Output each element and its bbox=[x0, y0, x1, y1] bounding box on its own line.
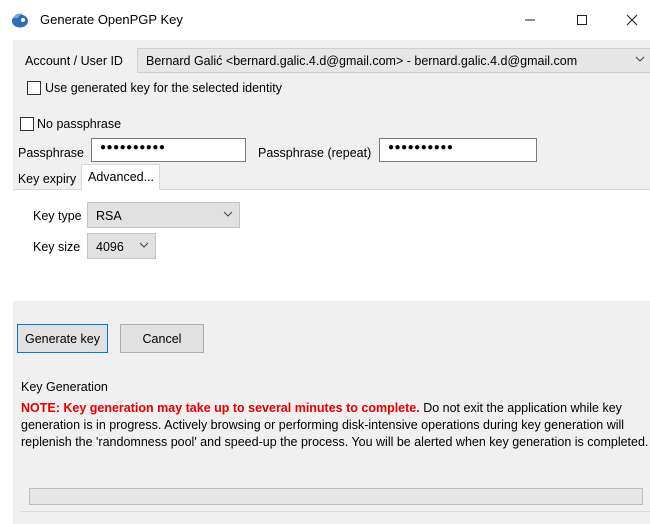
passphrase-input[interactable]: ●●●●●●●●●● bbox=[91, 138, 246, 162]
key-generation-note: NOTE: Key generation may take up to seve… bbox=[21, 400, 649, 451]
account-select[interactable]: Bernard Galić <bernard.galic.4.d@gmail.c… bbox=[137, 48, 650, 73]
no-passphrase-label: No passphrase bbox=[37, 117, 122, 131]
use-generated-key-checkbox[interactable] bbox=[27, 81, 41, 95]
key-type-label: Key type bbox=[33, 209, 82, 223]
tab-key-expiry[interactable]: Key expiry bbox=[13, 168, 81, 189]
passphrase-label: Passphrase bbox=[18, 146, 85, 160]
generate-key-button[interactable]: Generate key bbox=[17, 324, 108, 353]
close-button[interactable] bbox=[621, 9, 643, 31]
use-generated-key-label: Use generated key for the selected ident… bbox=[45, 81, 282, 95]
close-icon bbox=[626, 14, 638, 26]
account-label: Account / User ID bbox=[25, 54, 123, 68]
key-type-select[interactable]: RSA bbox=[87, 202, 240, 228]
thunderbird-app-icon bbox=[11, 12, 29, 28]
key-size-label: Key size bbox=[33, 240, 81, 254]
no-passphrase-checkbox[interactable] bbox=[20, 117, 34, 131]
maximize-icon bbox=[577, 15, 587, 25]
passphrase-repeat-label: Passphrase (repeat) bbox=[258, 146, 372, 160]
chevron-down-icon bbox=[222, 208, 234, 220]
key-generation-warning: NOTE: Key generation may take up to seve… bbox=[21, 401, 420, 415]
minimize-icon bbox=[525, 19, 535, 21]
minimize-button[interactable] bbox=[519, 9, 541, 31]
window-title: Generate OpenPGP Key bbox=[40, 12, 183, 27]
divider bbox=[21, 511, 650, 512]
key-generation-title: Key Generation bbox=[21, 380, 108, 394]
tab-advanced[interactable]: Advanced... bbox=[81, 164, 160, 190]
chevron-down-icon bbox=[138, 239, 150, 251]
chevron-down-icon bbox=[633, 52, 647, 66]
progress-bar bbox=[29, 488, 643, 505]
cancel-button[interactable]: Cancel bbox=[120, 324, 204, 353]
passphrase-repeat-input[interactable]: ●●●●●●●●●● bbox=[379, 138, 537, 162]
maximize-button[interactable] bbox=[571, 9, 593, 31]
